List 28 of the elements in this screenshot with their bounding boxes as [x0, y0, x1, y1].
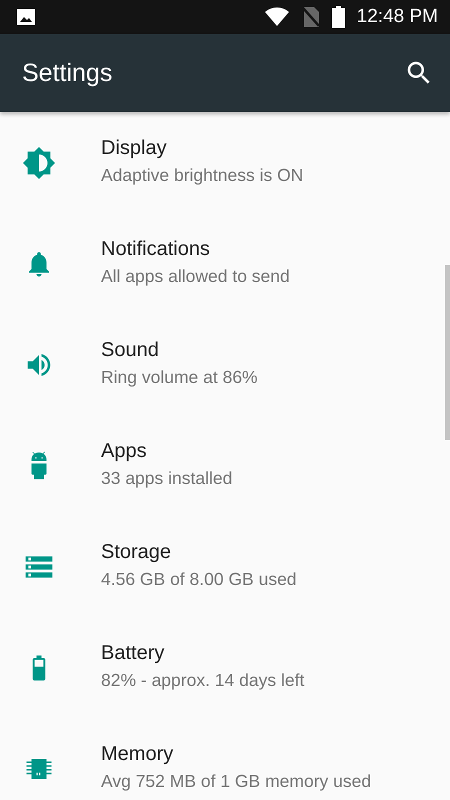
item-summary: Ring volume at 86% [101, 367, 258, 388]
item-summary: 33 apps installed [101, 468, 232, 489]
item-summary: 4.56 GB of 8.00 GB used [101, 569, 297, 590]
item-summary: All apps allowed to send [101, 266, 290, 287]
battery-icon [332, 6, 345, 28]
settings-item[interactable]: Sound Ring volume at 86% [0, 314, 444, 415]
image-icon [16, 8, 36, 26]
item-title: Apps [101, 440, 148, 463]
settings-item[interactable]: Display Adaptive brightness is ON [0, 112, 444, 213]
wifi-icon [264, 7, 290, 27]
no-sim-icon [302, 6, 320, 28]
item-summary: Adaptive brightness is ON [101, 165, 304, 186]
item-title: Battery [101, 642, 166, 665]
settings-item[interactable]: Memory Avg 752 MB of 1 GB memory used [0, 718, 444, 800]
item-title: Sound [101, 339, 160, 362]
item-title: Memory [101, 743, 174, 766]
item-summary: 82% - approx. 14 days left [101, 670, 304, 691]
settings-item[interactable]: Notifications All apps allowed to send [0, 213, 444, 314]
settings-item[interactable]: Apps 33 apps installed [0, 415, 444, 516]
item-summary: Avg 752 MB of 1 GB memory used [101, 771, 372, 792]
settings-item[interactable]: Battery 82% - approx. 14 days left [0, 617, 444, 718]
item-title: Notifications [101, 238, 211, 261]
item-title: Display [101, 137, 168, 160]
settings-item[interactable]: Storage 4.56 GB of 8.00 GB used [0, 516, 444, 617]
brightness-icon [22, 146, 56, 180]
status-time: 12:48 PM [356, 6, 438, 28]
item-title: Storage [101, 541, 172, 564]
screen-title: Settings [22, 58, 114, 88]
